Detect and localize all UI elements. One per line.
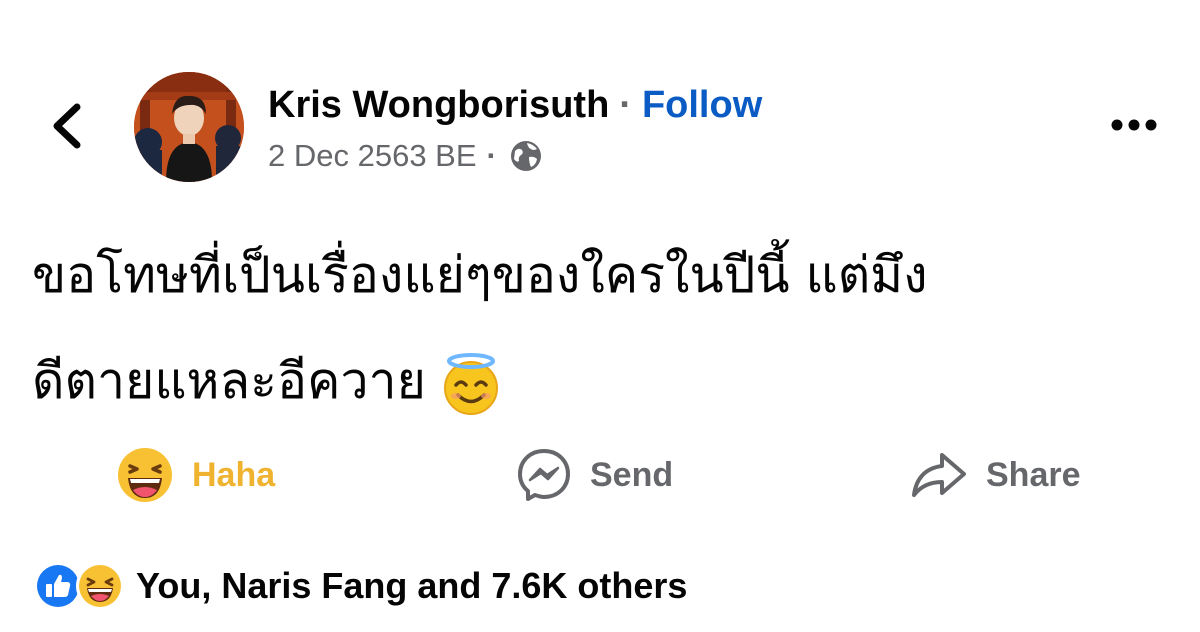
share-button[interactable]: Share [910, 440, 1081, 510]
back-button[interactable] [38, 98, 94, 158]
send-label: Send [590, 455, 674, 494]
more-options-icon [1110, 118, 1158, 137]
reaction-button[interactable]: Haha [116, 440, 275, 510]
share-label: Share [986, 455, 1081, 494]
haha-reaction-icon [116, 446, 174, 504]
haha-reaction-icon [76, 562, 124, 610]
author-name[interactable]: Kris Wongborisuth [268, 84, 609, 127]
globe-icon [509, 139, 543, 173]
share-arrow-icon [910, 450, 968, 500]
post-meta: 2 Dec 2563 BE · [268, 136, 543, 176]
post-page: Kris Wongborisuth · Follow 2 Dec 2563 BE… [0, 0, 1200, 632]
reaction-icons [34, 562, 124, 610]
reaction-label: Haha [192, 455, 276, 494]
send-button[interactable]: Send [516, 440, 673, 510]
follow-button[interactable]: Follow [642, 84, 762, 127]
reactions-summary[interactable]: You, Naris Fang and 7.6K others [34, 560, 687, 612]
reactions-summary-text: You, Naris Fang and 7.6K others [136, 565, 688, 606]
avatar[interactable] [134, 72, 244, 182]
author-line: Kris Wongborisuth · Follow [268, 82, 762, 128]
more-options-button[interactable] [1108, 108, 1160, 146]
separator-dot: · [619, 83, 632, 126]
post-text-line-2-wrap: ดีตายแหละอีควาย [32, 328, 1182, 434]
chevron-left-icon [49, 101, 83, 156]
messenger-icon [516, 447, 572, 503]
post-action-bar: Haha Send Share [0, 440, 1200, 510]
post-body: ขอโทษที่เป็นเรื่องแย่ๆของใครในปีนี้ แต่ม… [32, 222, 1182, 434]
smiling-face-with-halo-emoji-icon [438, 352, 504, 418]
post-text-line-1: ขอโทษที่เป็นเรื่องแย่ๆของใครในปีนี้ แต่ม… [32, 246, 928, 304]
meta-separator-dot: · [486, 138, 497, 173]
post-text-line-2: ดีตายแหละอีควาย [32, 352, 426, 410]
like-reaction-icon [34, 562, 82, 610]
post-timestamp[interactable]: 2 Dec 2563 BE [268, 138, 477, 174]
